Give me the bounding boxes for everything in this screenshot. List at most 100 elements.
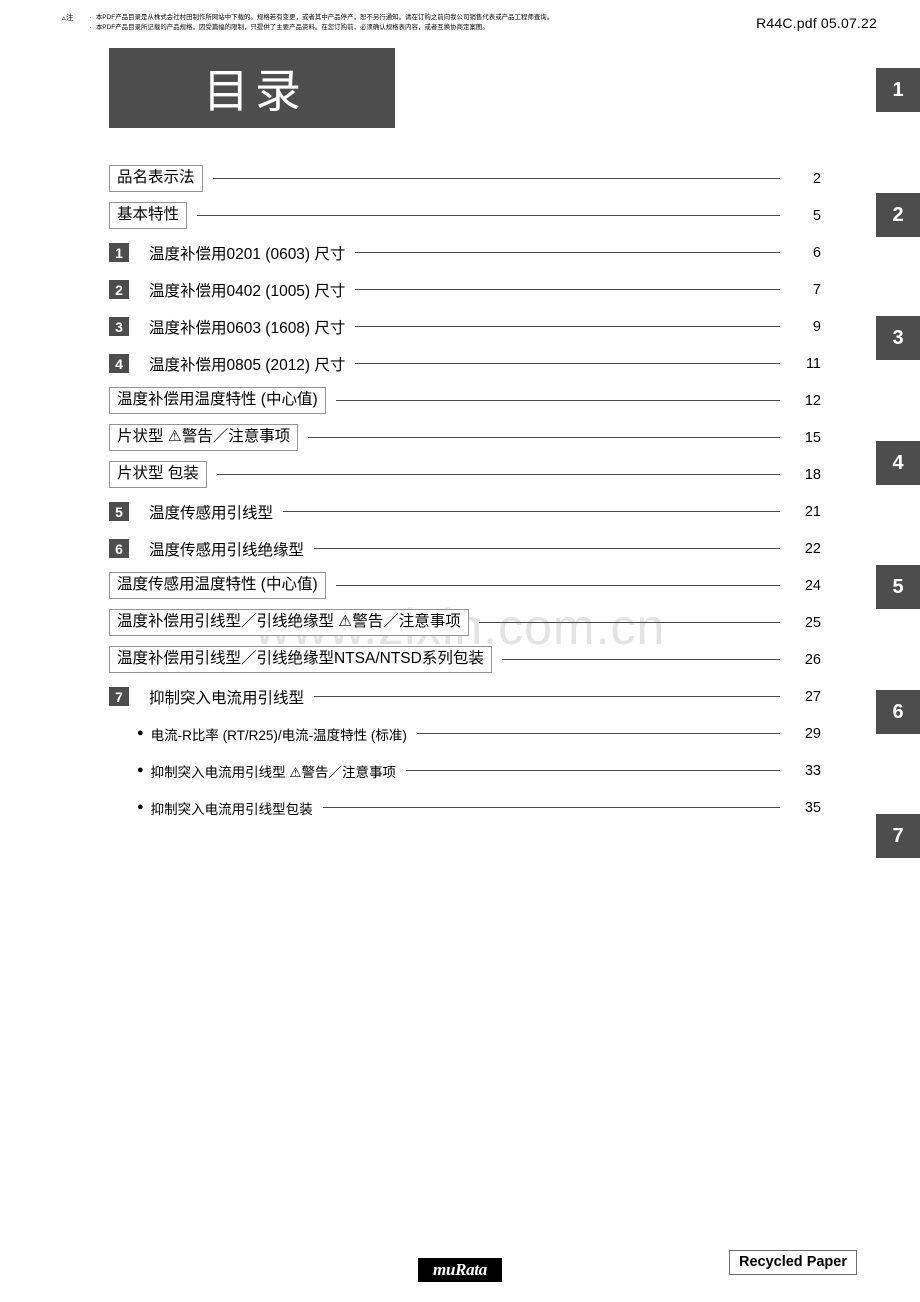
side-tab-6[interactable]: 6 xyxy=(876,690,920,734)
toc-item[interactable]: 温度传感用温度特性 (中心值) 24 xyxy=(109,567,821,604)
notice-bullet: · xyxy=(89,14,92,21)
side-tab-7[interactable]: 7 xyxy=(876,814,920,858)
toc-item-label: 温度补偿用0201 (0603) 尺寸 xyxy=(149,241,346,264)
leader-line xyxy=(283,511,780,512)
leader-line xyxy=(335,585,780,586)
murata-logo: muRata xyxy=(418,1258,502,1282)
toc-page-number: 5 xyxy=(789,207,821,224)
toc-page-number: 12 xyxy=(789,392,821,409)
toc-sub-item[interactable]: ● 电流-R比率 (RT/R25)/电流-温度特性 (标准) 29 xyxy=(109,715,821,752)
notice-bullet: · xyxy=(89,23,92,31)
toc-item-number-badge: 1 xyxy=(109,243,129,262)
header-notice: ▵注 · 本PDF产品目录是从株式会社村田制作所网站中下载的。规格若有变更，或者… xyxy=(62,13,662,33)
toc-item-label: 温度补偿用引线型／引线绝缘型NTSA/NTSD系列包装 xyxy=(109,646,492,673)
toc-item[interactable]: 温度补偿用引线型／引线绝缘型 ⚠警告／注意事项 25 xyxy=(109,604,821,641)
leader-line xyxy=(197,215,780,216)
bullet-icon: ● xyxy=(137,727,144,739)
notice-lines: · 本PDF产品目录是从株式会社村田制作所网站中下载的。规格若有变更，或者其中产… xyxy=(90,13,554,33)
toc-item-number-badge: 6 xyxy=(109,539,129,558)
notice-label: ▵注 xyxy=(62,13,74,23)
toc-item-label: 温度补偿用0603 (1608) 尺寸 xyxy=(149,315,346,338)
toc-item[interactable]: 6 温度传感用引线绝缘型 22 xyxy=(109,530,821,567)
bullet-icon: ● xyxy=(137,801,144,813)
toc-item-number-badge: 2 xyxy=(109,280,129,299)
toc-item[interactable]: 温度补偿用温度特性 (中心值) 12 xyxy=(109,382,821,419)
toc-item-label: 基本特性 xyxy=(109,202,188,229)
toc-item-label: 温度补偿用引线型／引线绝缘型 ⚠警告／注意事项 xyxy=(109,609,469,636)
toc-item-number-badge: 4 xyxy=(109,354,129,373)
toc-page-number: 15 xyxy=(789,429,821,446)
toc-page-number: 9 xyxy=(789,318,821,335)
leader-line xyxy=(501,659,780,660)
toc-item-label: 片状型 包装 xyxy=(109,461,207,488)
document-id: R44C.pdf 05.07.22 xyxy=(756,15,877,31)
document-page: ▵注 · 本PDF产品目录是从株式会社村田制作所网站中下载的。规格若有变更，或者… xyxy=(0,0,920,1302)
leader-line xyxy=(355,252,780,253)
toc-item-label: 抑制突入电流用引线型 xyxy=(149,685,305,708)
toc-sub-item-label: 抑制突入电流用引线型 ⚠警告／注意事项 xyxy=(150,760,397,781)
toc-item-label: 温度补偿用0805 (2012) 尺寸 xyxy=(149,352,346,375)
page-title: 目录 xyxy=(203,65,307,117)
toc-item-label: 温度补偿用温度特性 (中心值) xyxy=(109,387,326,414)
toc-page-number: 18 xyxy=(789,466,821,483)
toc-sub-item[interactable]: ● 抑制突入电流用引线型包装 35 xyxy=(109,789,821,826)
toc-page-number: 22 xyxy=(789,540,821,557)
toc-item[interactable]: 片状型 ⚠警告／注意事项 15 xyxy=(109,419,821,456)
leader-line xyxy=(322,807,780,808)
toc-page-number: 21 xyxy=(789,503,821,520)
toc-page-number: 35 xyxy=(789,799,821,816)
toc-item-number-badge: 7 xyxy=(109,687,129,706)
toc-page-number: 25 xyxy=(789,614,821,631)
side-tab-2[interactable]: 2 xyxy=(876,193,920,237)
toc-item[interactable]: 7 抑制突入电流用引线型 27 xyxy=(109,678,821,715)
leader-line xyxy=(355,326,780,327)
toc-item[interactable]: 2 温度补偿用0402 (1005) 尺寸 7 xyxy=(109,271,821,308)
side-tab-1[interactable]: 1 xyxy=(876,68,920,112)
toc-sub-item-label: 抑制突入电流用引线型包装 xyxy=(150,797,313,818)
toc-item[interactable]: 品名表示法 2 xyxy=(109,160,821,197)
toc-item[interactable]: 基本特性 5 xyxy=(109,197,821,234)
toc-item-label: 温度传感用引线型 xyxy=(149,500,274,523)
table-of-contents: 品名表示法 2 基本特性 5 1 温度补偿用0201 (0603) 尺寸 6 2 温度补偿用04… xyxy=(109,160,821,826)
leader-line xyxy=(314,696,780,697)
leader-line xyxy=(216,474,780,475)
leader-line xyxy=(355,363,780,364)
toc-page-number: 24 xyxy=(789,577,821,594)
toc-item[interactable]: 温度补偿用引线型／引线绝缘型NTSA/NTSD系列包装 26 xyxy=(109,641,821,678)
toc-page-number: 27 xyxy=(789,688,821,705)
toc-page-number: 11 xyxy=(789,355,821,372)
toc-item[interactable]: 3 温度补偿用0603 (1608) 尺寸 9 xyxy=(109,308,821,345)
toc-item[interactable]: 片状型 包装 18 xyxy=(109,456,821,493)
leader-line xyxy=(212,178,780,179)
toc-item-label: 品名表示法 xyxy=(109,165,203,192)
toc-item[interactable]: 1 温度补偿用0201 (0603) 尺寸 6 xyxy=(109,234,821,271)
toc-item-label: 温度补偿用0402 (1005) 尺寸 xyxy=(149,278,346,301)
toc-item-label: 温度传感用温度特性 (中心值) xyxy=(109,572,326,599)
bullet-icon: ● xyxy=(137,764,144,776)
recycled-paper-badge: Recycled Paper xyxy=(728,1250,857,1275)
toc-page-number: 7 xyxy=(789,281,821,298)
toc-item[interactable]: 5 温度传感用引线型 21 xyxy=(109,493,821,530)
leader-line xyxy=(416,733,780,734)
toc-page-number: 29 xyxy=(789,725,821,742)
toc-item-label: 温度传感用引线绝缘型 xyxy=(149,537,305,560)
side-tab-5[interactable]: 5 xyxy=(876,565,920,609)
side-tab-3[interactable]: 3 xyxy=(876,316,920,360)
toc-item-number-badge: 3 xyxy=(109,317,129,336)
toc-item[interactable]: 4 温度补偿用0805 (2012) 尺寸 11 xyxy=(109,345,821,382)
notice-line-text: 本PDF产品目录所记载的产品规格，因受篇幅的限制，只提供了主要产品资料。在您订购… xyxy=(95,23,489,31)
leader-line xyxy=(308,437,780,438)
toc-page-number: 26 xyxy=(789,651,821,668)
toc-sub-item[interactable]: ● 抑制突入电流用引线型 ⚠警告／注意事项 33 xyxy=(109,752,821,789)
toc-page-number: 2 xyxy=(789,170,821,187)
leader-line xyxy=(406,770,780,771)
notice-line: · 本PDF产品目录所记载的产品规格，因受篇幅的限制，只提供了主要产品资料。在您… xyxy=(90,23,554,33)
leader-line xyxy=(478,622,780,623)
toc-sub-item-label: 电流-R比率 (RT/R25)/电流-温度特性 (标准) xyxy=(150,723,407,744)
side-tab-4[interactable]: 4 xyxy=(876,441,920,485)
toc-item-label: 片状型 ⚠警告／注意事项 xyxy=(109,424,299,451)
toc-item-number-badge: 5 xyxy=(109,502,129,521)
leader-line xyxy=(314,548,780,549)
toc-page-number: 6 xyxy=(789,244,821,261)
toc-page-number: 33 xyxy=(789,762,821,779)
